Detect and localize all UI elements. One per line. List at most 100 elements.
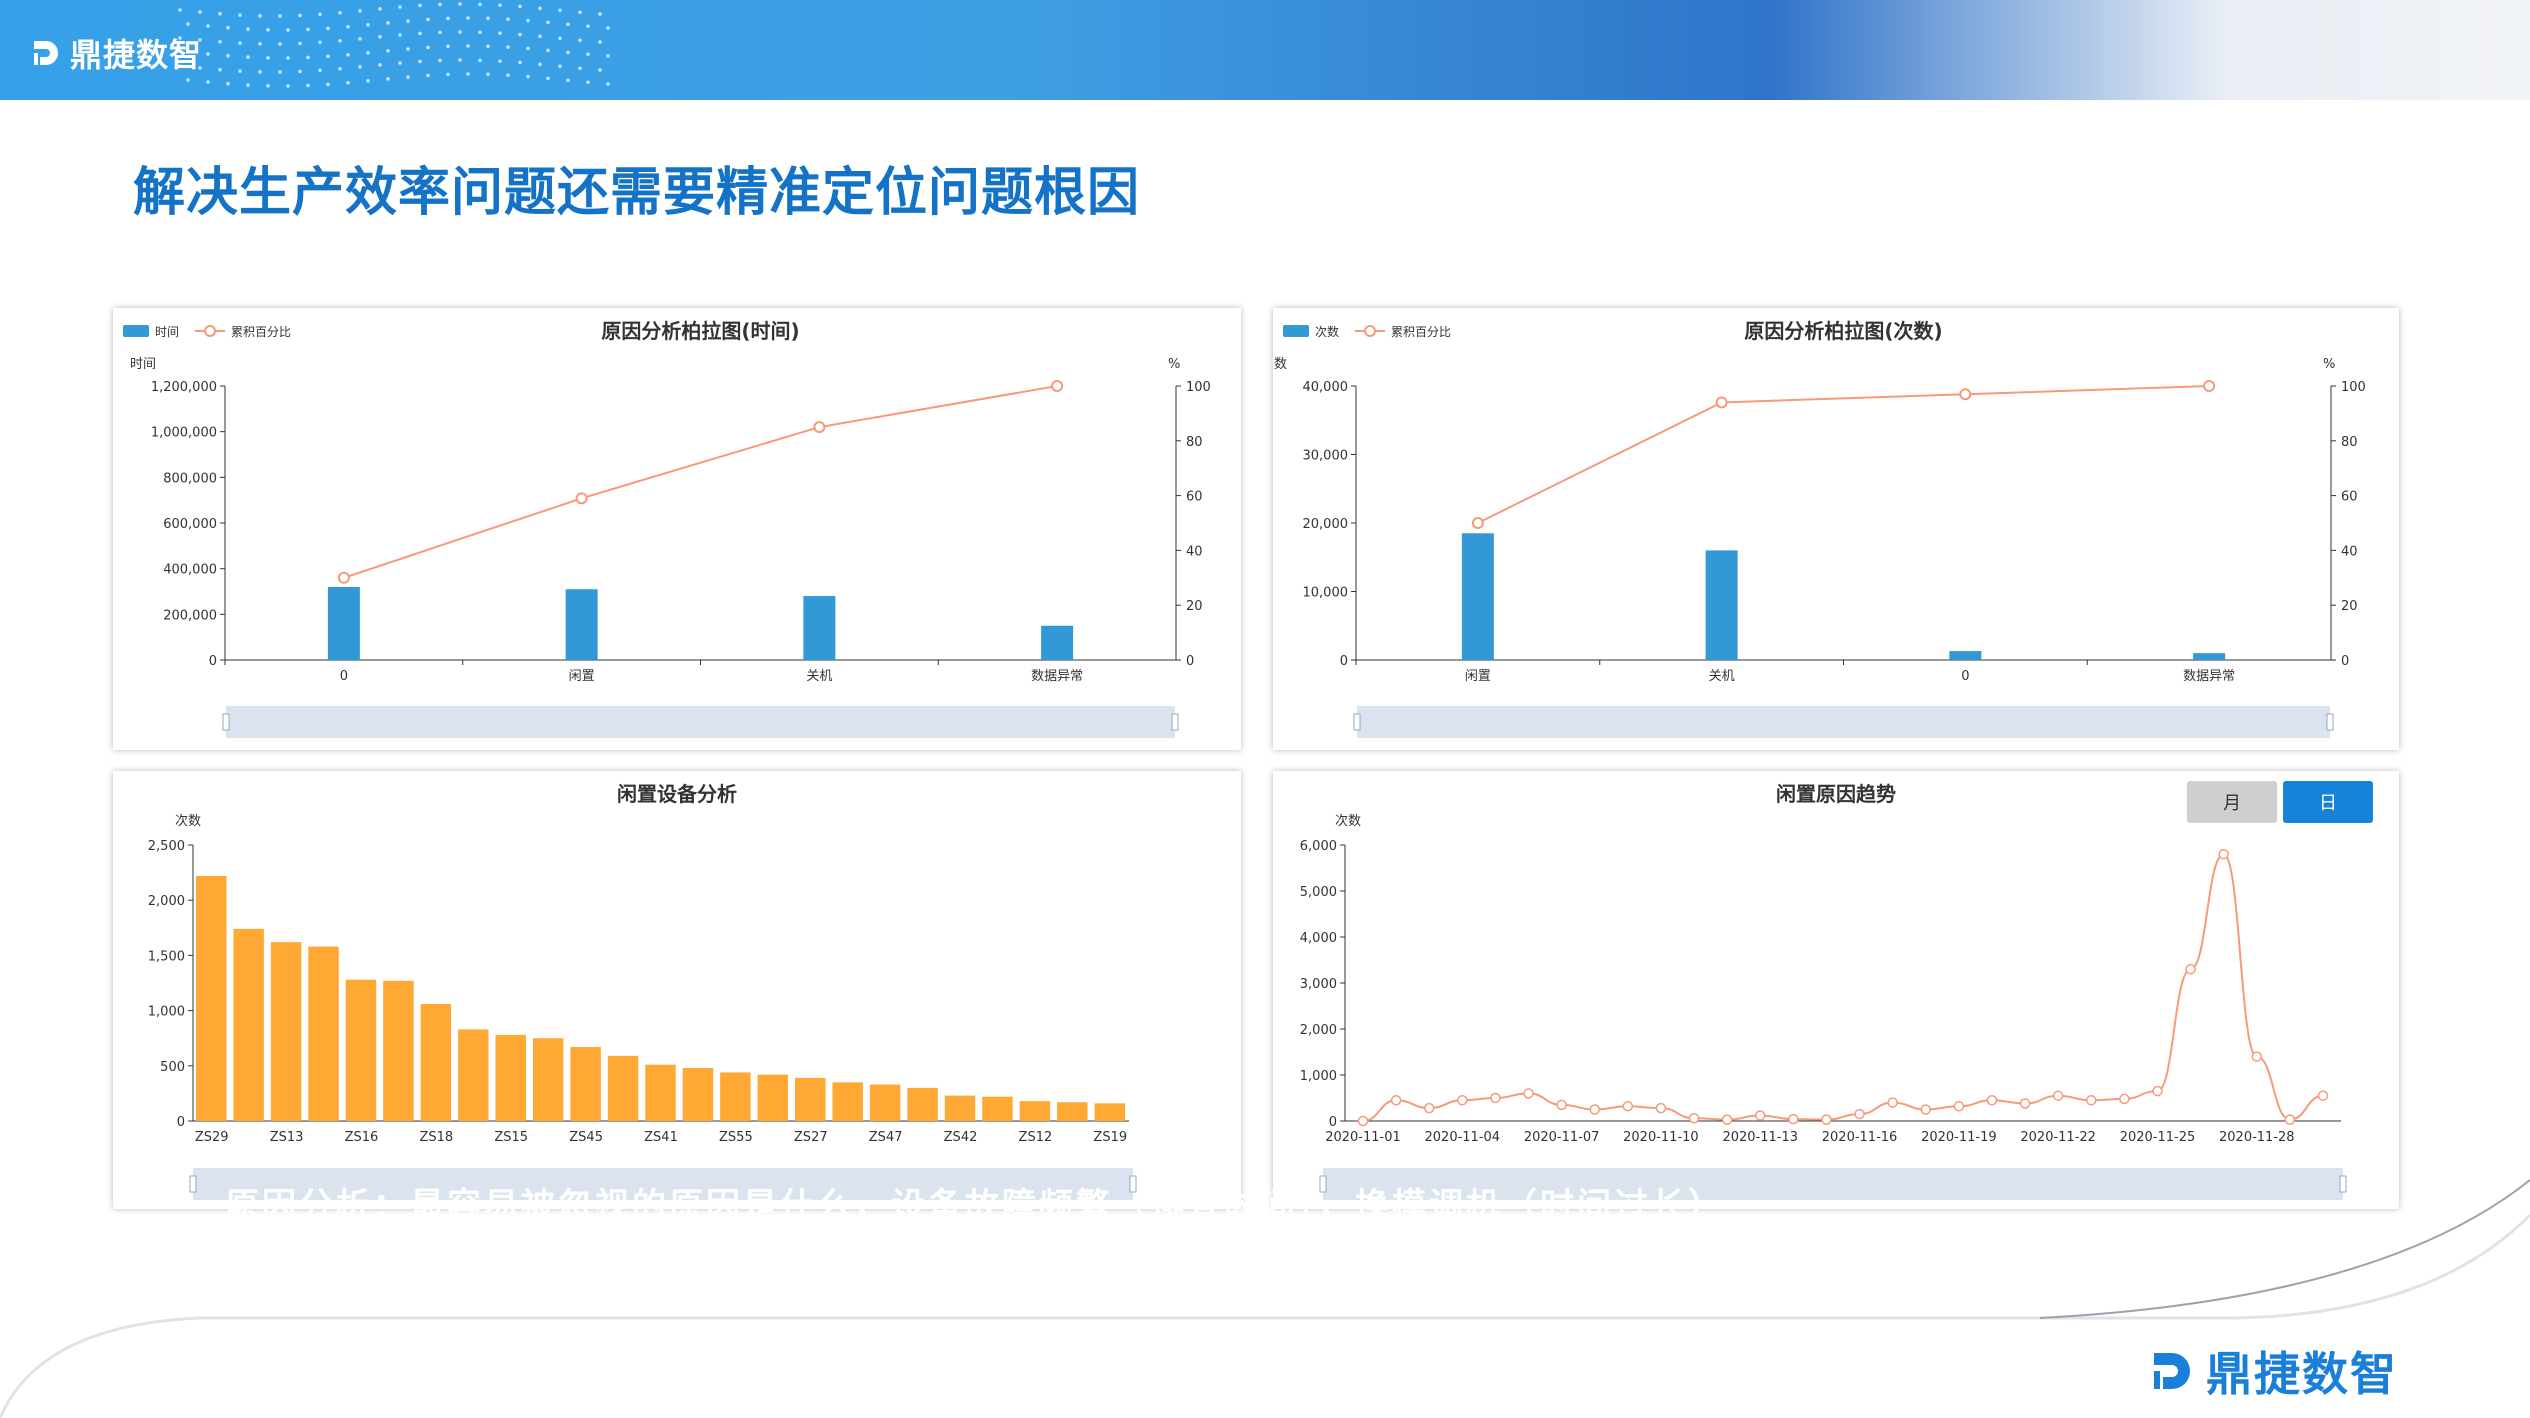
y2-tick-label: 40 [1186, 544, 1203, 559]
y-tick-label: 1,000,000 [151, 426, 217, 441]
x-tick-label: 数据异常 [2183, 669, 2235, 684]
overlay-caption: 原因分析：最容易被忽视的原因是什么，设备故障频繁（排查时间），换模调机（时间过长… [225, 1186, 1725, 1226]
trend-point [1688, 1112, 1700, 1124]
x-tick-label: 2020-11-22 [2020, 1130, 2096, 1145]
y2-tick-label: 100 [1186, 380, 1211, 395]
x-tick-label: ZS18 [420, 1130, 454, 1145]
trend-point [2284, 1114, 2296, 1125]
trend-point [1556, 1099, 1567, 1111]
zoom-slider-handle-right [1171, 713, 1179, 731]
x-tick-label: 数据异常 [1031, 669, 1083, 684]
trend-point [1854, 1108, 1865, 1120]
y-axis-label: 次数 [1335, 813, 1361, 829]
trend-point [1523, 1088, 1534, 1099]
x-tick-label: ZS12 [1019, 1130, 1053, 1145]
legend-swatch-bar [1283, 325, 1309, 337]
x-tick-label: 2020-11-25 [2120, 1130, 2196, 1145]
y-tick-label: 400,000 [163, 563, 217, 578]
y-tick-label: 5,000 [1300, 885, 1337, 900]
y2-tick-label: 20 [2341, 599, 2358, 614]
bar [645, 1064, 676, 1121]
cumulative-point [2203, 380, 2216, 392]
y-tick-label: 30,000 [1303, 449, 1349, 464]
bar [196, 875, 227, 1121]
bar [1041, 625, 1074, 660]
trend-point [2185, 963, 2196, 975]
y2-tick-label: 20 [1186, 599, 1203, 614]
bar [944, 1095, 976, 1121]
zoom-slider-handle-left [189, 1175, 197, 1193]
y-tick-label: 3,000 [1300, 977, 1337, 992]
bar [682, 1068, 714, 1121]
bar [345, 979, 377, 1121]
trend-point [2152, 1085, 2163, 1097]
trend-point [2119, 1093, 2130, 1105]
bar [570, 1047, 601, 1121]
y-tick-label: 0 [209, 654, 217, 669]
y-tick-label: 500 [160, 1060, 185, 1075]
trend-point [1490, 1092, 1501, 1104]
bar [233, 928, 264, 1121]
trend-point [1390, 1095, 1402, 1106]
y-tick-label: 1,500 [148, 949, 185, 964]
y-axis-label: 次数 [1273, 356, 1287, 372]
y2-axis-label: % [1168, 357, 1180, 372]
y-tick-label: 2,500 [148, 839, 185, 854]
bar [982, 1096, 1013, 1121]
x-tick-label: 关机 [806, 669, 832, 684]
zoom-slider-handle-right [2326, 713, 2334, 731]
trend-point [1423, 1102, 1435, 1114]
x-tick-label: ZS41 [644, 1130, 678, 1145]
legend-swatch-marker [204, 325, 216, 337]
x-tick-label: ZS29 [195, 1130, 229, 1145]
chart-title: 原因分析柏拉图(时间) [601, 319, 799, 343]
bar [757, 1074, 789, 1121]
trend-line [1362, 853, 2324, 1122]
idle-trend-chart: 闲置原因趋势次数 0 1,000 2,000 3,000 4,000 5,000 6,000 2… [1300, 782, 2347, 1200]
trend-point [2052, 1090, 2064, 1101]
x-tick-label: 2020-11-19 [1921, 1130, 1997, 1145]
pareto-count-panel: 原因分析柏拉图(次数)次数累积百分比次数%010,00020,00030,000… [1273, 308, 2399, 750]
bar [607, 1055, 639, 1121]
cumulative-point [575, 492, 588, 505]
brand-name: 鼎捷数智 [2206, 1347, 2398, 1401]
y-tick-label: 1,000 [148, 1005, 185, 1020]
cumulative-line [343, 385, 1058, 579]
y-tick-label: 2,000 [148, 894, 185, 909]
x-tick-label: 2020-11-28 [2219, 1130, 2295, 1145]
bar [832, 1082, 863, 1121]
bar [420, 1003, 452, 1121]
idle-trend-panel: 闲置原因趋势 次数 0 1,000 2,000 3,000 4,000 5,000 6,000 2… [1273, 771, 2399, 1209]
toggle-day-button[interactable]: 日 [2283, 781, 2373, 823]
chart-title: 闲置设备分析 [617, 782, 737, 806]
x-tick-label: 2020-11-04 [1425, 1130, 1501, 1145]
trend-point [1754, 1110, 1766, 1121]
zoom-slider-track [226, 706, 1175, 738]
x-tick-label: 关机 [1709, 669, 1735, 684]
bar [1057, 1102, 1088, 1121]
trend-point [1887, 1097, 1898, 1108]
trend-point [2317, 1090, 2329, 1101]
pareto-time-panel: 原因分析柏拉图(时间) 时间 累积百分比 时间% 0 200,000 400,000 600,… [113, 308, 1241, 750]
brand-logo-bottom: 鼎捷数智 [2148, 1338, 2398, 1404]
y-tick-label: 800,000 [163, 471, 217, 486]
trend-point [2218, 848, 2229, 860]
toggle-month-button[interactable]: 月 [2187, 781, 2277, 823]
bar [565, 589, 598, 660]
cumulative-point [337, 571, 350, 584]
x-tick-label: ZS27 [794, 1130, 828, 1145]
y2-tick-label: 0 [2341, 654, 2349, 669]
y2-tick-label: 80 [2341, 435, 2358, 450]
cumulative-point [1715, 396, 1728, 409]
cumulative-point [1471, 517, 1484, 529]
y-tick-label: 1,000 [1300, 1069, 1337, 1084]
x-tick-label: ZS13 [270, 1130, 304, 1145]
legend-label: 累积百分比 [1391, 325, 1451, 339]
y-tick-label: 1,200,000 [151, 380, 217, 395]
bar [803, 596, 836, 660]
y2-axis-label: % [2323, 357, 2335, 372]
y2-tick-label: 40 [2341, 544, 2358, 559]
y-tick-label: 2,000 [1300, 1023, 1337, 1038]
zoom-slider-handle-right [2339, 1175, 2347, 1193]
legend-label: 时间 [155, 325, 179, 339]
